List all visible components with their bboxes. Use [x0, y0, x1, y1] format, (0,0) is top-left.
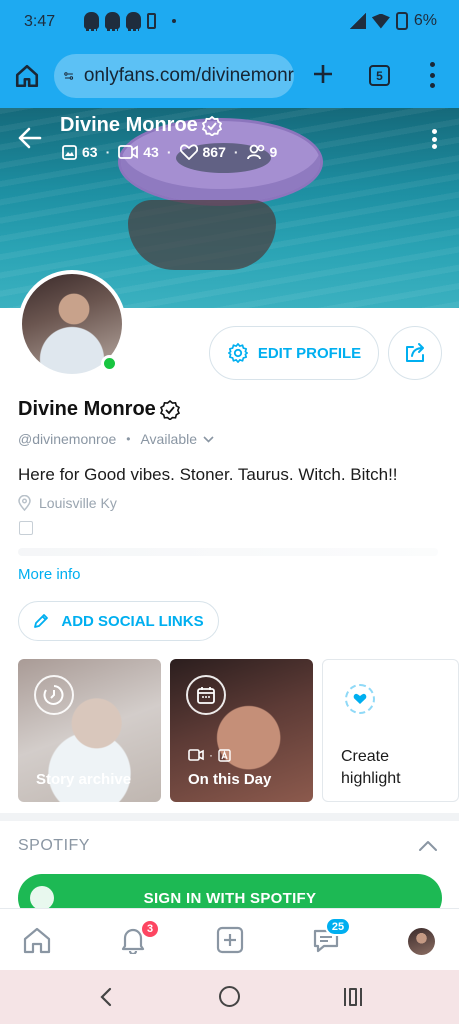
likes-stat: 867: [179, 144, 226, 160]
highlight-on-this-day[interactable]: · On this Day: [170, 659, 313, 802]
add-social-links-button[interactable]: ADD SOCIAL LINKS: [18, 601, 219, 641]
online-indicator: [101, 355, 118, 372]
nav-profile-avatar[interactable]: [408, 928, 435, 955]
share-button[interactable]: [388, 326, 442, 380]
settings-gear-icon: [227, 343, 248, 363]
wifi-icon: [371, 13, 390, 29]
nav-new-post[interactable]: [215, 925, 245, 955]
nav-home[interactable]: [22, 925, 52, 955]
browser-toolbar: onlyfans.com/divinemonr 5: [0, 46, 459, 108]
cover-name-text: Divine Monroe: [60, 114, 198, 136]
verified-badge-icon: [201, 115, 222, 136]
create-highlight[interactable]: Create highlight: [322, 659, 459, 802]
video-icon: [118, 145, 139, 159]
clock-icon: [34, 675, 74, 715]
highlight-label: Story archive: [36, 771, 132, 788]
edit-profile-button[interactable]: EDIT PROFILE: [209, 326, 379, 380]
system-navigation-bar: [0, 970, 459, 1024]
address-bar[interactable]: onlyfans.com/divinemonr: [54, 54, 294, 98]
fans-icon: [246, 144, 264, 160]
signal-icon: [349, 13, 366, 29]
system-icons: 6%: [349, 12, 437, 30]
videos-count: 43: [143, 144, 159, 160]
media-type-icons: ·: [188, 748, 231, 762]
status-bar: 3:47 6%: [0, 0, 459, 46]
profile-bio: Here for Good vibes. Stoner. Taurus. Wit…: [18, 465, 398, 484]
more-info-link[interactable]: More info: [18, 566, 81, 583]
calendar-icon: [19, 521, 33, 535]
spotify-button-label: SIGN IN WITH SPOTIFY: [143, 889, 317, 907]
create-highlight-label: Create highlight: [341, 748, 401, 787]
availability-dropdown[interactable]: Available: [140, 431, 214, 447]
nav-notifications[interactable]: 3: [118, 919, 160, 955]
chevron-up-icon[interactable]: [418, 838, 438, 854]
photos-stat: 63: [62, 144, 98, 160]
browser-menu-icon[interactable]: [426, 62, 438, 88]
profile-name: Divine Monroe: [18, 398, 180, 421]
spotify-icon: [30, 886, 54, 910]
battery-percent: 6%: [413, 12, 437, 29]
add-social-links-label: ADD SOCIAL LINKS: [61, 612, 204, 630]
system-back-icon[interactable]: [98, 987, 114, 1007]
system-recents-icon[interactable]: [344, 988, 362, 1006]
fans-count: 9: [269, 144, 278, 160]
dot-icon: [172, 18, 176, 23]
edit-profile-label: EDIT PROFILE: [257, 344, 362, 362]
calendar-icon: [186, 675, 226, 715]
heart-icon: [179, 144, 198, 160]
site-settings-icon[interactable]: [64, 67, 74, 85]
highlight-label: On this Day: [188, 771, 272, 788]
location-pin-icon: [18, 495, 31, 511]
battery-icon: [395, 12, 408, 30]
more-options-icon[interactable]: [432, 129, 438, 149]
profile-name-text: Divine Monroe: [18, 398, 156, 420]
section-divider: [0, 813, 459, 821]
status-time: 3:47: [24, 13, 56, 30]
battery-saver-icon: [147, 12, 156, 29]
home-icon: [23, 927, 51, 954]
photo-icon: [62, 144, 77, 160]
cover-title: Divine Monroe: [60, 114, 222, 137]
notifications-badge: 3: [140, 919, 160, 939]
browser-home-icon[interactable]: [14, 63, 40, 89]
notification-icons: [84, 12, 176, 31]
availability-status: Available: [140, 431, 198, 447]
add-post-icon: [216, 926, 244, 954]
cover-header: Divine Monroe 63 · 43 · 867 · 9: [0, 108, 459, 168]
back-arrow-icon[interactable]: [18, 127, 42, 149]
profile-handle: @divinemonroe: [18, 431, 117, 447]
snapchat-icon: [105, 12, 120, 31]
photos-count: 63: [82, 144, 98, 160]
heart-icon: [345, 684, 375, 714]
url-text: onlyfans.com/divinemonr: [83, 65, 294, 86]
share-icon: [406, 343, 424, 362]
snapchat-icon: [84, 12, 99, 31]
profile-location: Louisville Ky: [18, 495, 117, 511]
highlight-story-archive[interactable]: Story archive: [18, 659, 161, 802]
messages-badge: 25: [325, 917, 351, 936]
nav-messages[interactable]: 25: [311, 917, 351, 955]
location-text: Louisville Ky: [39, 495, 117, 511]
spotify-section-title: SPOTIFY: [18, 837, 90, 854]
new-tab-icon[interactable]: [312, 63, 334, 85]
text-icon: [218, 748, 231, 762]
bottom-navigation: 3 25: [0, 908, 459, 970]
pencil-icon: [34, 614, 49, 628]
chevron-down-icon: [203, 435, 214, 443]
faded-content: [18, 548, 438, 556]
snapchat-icon: [126, 12, 141, 31]
fans-stat: 9: [246, 144, 278, 160]
tab-switcher-button[interactable]: 5: [369, 65, 390, 86]
video-icon: [188, 749, 204, 761]
system-home-icon[interactable]: [219, 986, 240, 1007]
likes-count: 867: [202, 144, 226, 160]
verified-badge-icon: [159, 399, 180, 420]
profile-stats: 63 · 43 · 867 · 9: [62, 144, 277, 160]
handle-row: @divinemonroe • Available: [18, 431, 214, 447]
videos-stat: 43: [118, 144, 159, 160]
